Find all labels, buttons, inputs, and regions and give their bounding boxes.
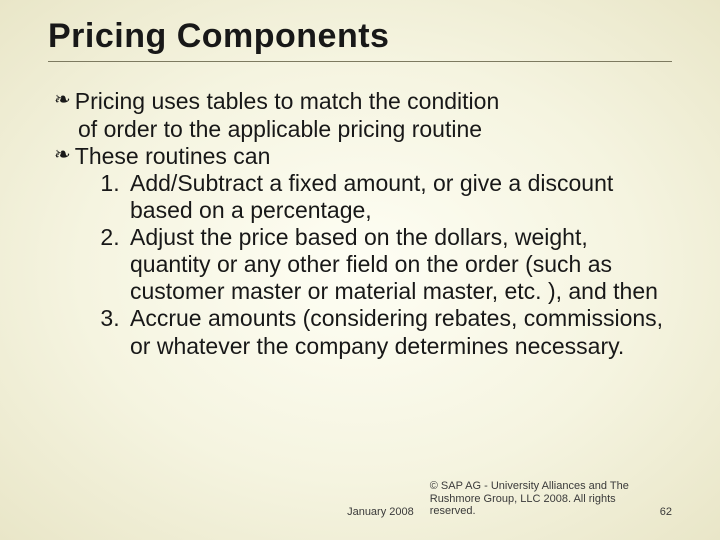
bullet-2: ❧ These routines can	[54, 143, 672, 170]
list-item: Adjust the price based on the dollars, w…	[126, 224, 672, 305]
footer-date: January 2008	[347, 506, 414, 518]
numbered-list: Add/Subtract a fixed amount, or give a d…	[54, 170, 672, 360]
bullet-2-lead: These	[75, 143, 139, 169]
bullet-1: ❧ Pricing uses tables to match the condi…	[54, 88, 672, 115]
bullet-1-continuation: of order to the applicable pricing routi…	[54, 116, 672, 143]
bullet-1-rest: uses tables to match the condition	[145, 88, 499, 114]
bullet-glyph-icon: ❧	[54, 143, 71, 168]
footer-page-number: 62	[660, 506, 672, 518]
bullet-2-rest: routines can	[139, 143, 271, 169]
slide-footer: January 2008 © SAP AG - University Allia…	[0, 480, 720, 518]
list-item: Accrue amounts (considering rebates, com…	[126, 305, 672, 359]
bullet-2-text: These routines can	[75, 143, 672, 170]
slide-body: ❧ Pricing uses tables to match the condi…	[48, 88, 672, 359]
bullet-1-text: Pricing uses tables to match the conditi…	[75, 88, 672, 115]
title-divider	[48, 61, 672, 62]
bullet-glyph-icon: ❧	[54, 88, 71, 113]
footer-copyright: © SAP AG - University Alliances and The …	[430, 480, 630, 518]
slide: Pricing Components ❧ Pricing uses tables…	[0, 0, 720, 540]
list-item: Add/Subtract a fixed amount, or give a d…	[126, 170, 672, 224]
bullet-1-lead: Pricing	[75, 88, 145, 114]
slide-title: Pricing Components	[48, 18, 672, 55]
